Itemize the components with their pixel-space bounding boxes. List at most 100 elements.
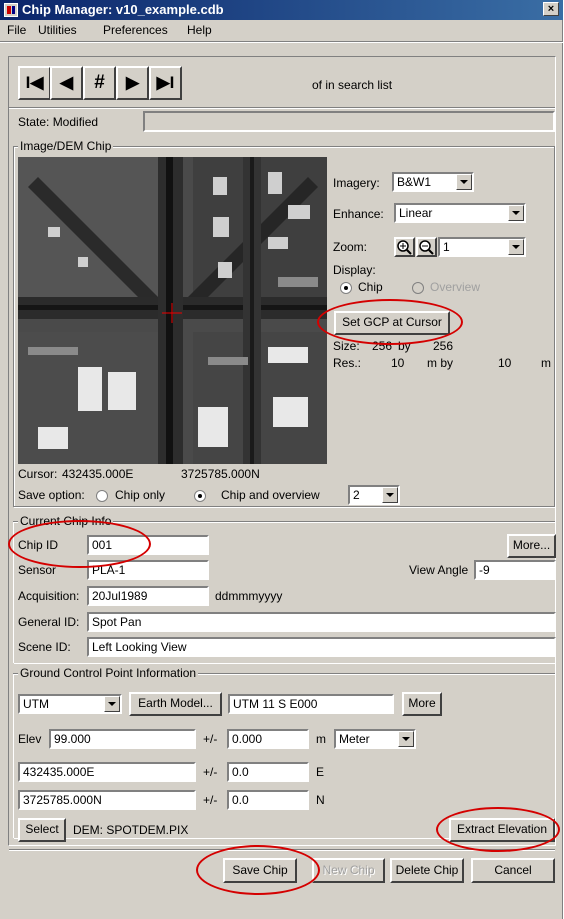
next-record-button[interactable]: ▶ xyxy=(116,66,149,100)
display-chip-label: Chip xyxy=(358,280,383,294)
app-icon xyxy=(4,3,18,17)
menu-separator xyxy=(0,41,563,43)
cancel-button[interactable]: Cancel xyxy=(471,858,555,883)
menu-file[interactable]: File xyxy=(7,23,26,37)
projection-string-field[interactable]: UTM 11 S E000 xyxy=(228,694,394,714)
acquisition-format: ddmmmyyyy xyxy=(215,589,283,603)
chip-id-label: Chip ID xyxy=(18,538,59,552)
close-icon[interactable]: × xyxy=(543,2,559,16)
prev-record-button[interactable]: ◀ xyxy=(50,66,83,100)
delete-chip-button[interactable]: Delete Chip xyxy=(390,858,464,883)
size-width: 256 xyxy=(372,339,393,353)
title-bar[interactable]: Chip Manager: v10_example.cdb × xyxy=(0,0,563,20)
res-y: 10 xyxy=(498,356,512,370)
zoom-value: 1 xyxy=(443,240,450,254)
zoom-select[interactable]: 1 xyxy=(438,237,526,257)
imagery-value: B&W1 xyxy=(397,175,432,189)
gcp-group-title: Ground Control Point Information xyxy=(18,666,199,680)
earth-model-button[interactable]: Earth Model... xyxy=(129,692,222,716)
elevation-error-field[interactable]: 0.000 xyxy=(227,729,309,749)
display-overview-label: Overview xyxy=(430,280,481,294)
overview-level-select[interactable]: 2 xyxy=(348,485,400,505)
first-record-button[interactable]: I◀ xyxy=(18,66,51,100)
dem-file-text: DEM: SPOTDEM.PIX xyxy=(73,823,189,837)
new-chip-button: New Chip xyxy=(312,858,385,883)
sensor-field[interactable]: PLA-1 xyxy=(87,560,209,580)
elevation-field[interactable]: 99.000 xyxy=(49,729,196,749)
easting-plus-minus: +/- xyxy=(203,765,218,779)
chevron-down-icon xyxy=(456,174,472,190)
set-gcp-button[interactable]: Set GCP at Cursor xyxy=(334,311,450,335)
enhance-select[interactable]: Linear xyxy=(394,203,526,223)
northing-error-field[interactable]: 0.0 xyxy=(227,790,309,810)
chip-id-field[interactable]: 001 xyxy=(87,535,209,555)
zoom-in-button[interactable] xyxy=(394,237,415,257)
elev-plus-minus: +/- xyxy=(203,732,218,746)
size-by: by xyxy=(398,339,411,353)
chip-image[interactable] xyxy=(18,157,327,464)
elev-units-select[interactable]: Meter xyxy=(334,729,416,749)
menu-preferences[interactable]: Preferences xyxy=(103,23,168,37)
state-field xyxy=(143,111,555,132)
save-chip-overview-radio[interactable] xyxy=(194,490,206,502)
last-record-button[interactable]: ▶I xyxy=(149,66,182,100)
save-chip-only-label: Chip only xyxy=(115,488,166,502)
overview-level-value: 2 xyxy=(353,488,360,502)
cursor-easting: 432435.000E xyxy=(62,467,134,481)
easting-field[interactable]: 432435.000E xyxy=(18,762,196,782)
projection-select[interactable]: UTM xyxy=(18,694,122,714)
image-dem-group-title: Image/DEM Chip xyxy=(18,139,114,153)
imagery-select[interactable]: B&W1 xyxy=(392,172,474,192)
northing-unit: N xyxy=(316,793,325,807)
bottom-separator xyxy=(9,849,555,851)
res-label: Res.: xyxy=(333,356,362,370)
res-x: 10 xyxy=(391,356,405,370)
chip-more-button[interactable]: More... xyxy=(507,534,556,558)
nav-separator xyxy=(9,107,555,109)
cursor-label: Cursor: xyxy=(18,467,58,481)
display-chip-radio[interactable] xyxy=(340,282,352,294)
state-label: State: Modified xyxy=(18,115,99,129)
northing-plus-minus: +/- xyxy=(203,793,218,807)
dem-select-button[interactable]: Select xyxy=(18,818,66,842)
chip-info-group-title: Current Chip Info xyxy=(18,514,114,528)
chevron-down-icon xyxy=(508,239,524,255)
view-angle-label: View Angle xyxy=(409,563,469,577)
projection-value: UTM xyxy=(23,697,49,711)
extract-elevation-button[interactable]: Extract Elevation xyxy=(449,818,555,842)
scene-id-field[interactable]: Left Looking View xyxy=(87,637,556,657)
acquisition-field[interactable]: 20Jul1989 xyxy=(87,586,209,606)
save-chip-only-radio[interactable] xyxy=(96,490,108,502)
chevron-down-icon xyxy=(508,205,524,221)
view-angle-field[interactable]: -9 xyxy=(474,560,556,580)
menu-bar: File Utilities Preferences Help xyxy=(0,20,563,40)
general-id-field[interactable]: Spot Pan xyxy=(87,612,556,632)
sensor-label: Sensor xyxy=(18,563,57,577)
chevron-down-icon xyxy=(104,696,120,712)
elev-unit: m xyxy=(316,732,326,746)
zoom-out-icon xyxy=(419,240,434,255)
zoom-in-icon xyxy=(397,240,412,255)
save-chip-overview-label: Chip and overview xyxy=(221,488,320,502)
menu-help[interactable]: Help xyxy=(187,23,212,37)
zoom-out-button[interactable] xyxy=(416,237,437,257)
enhance-value: Linear xyxy=(399,206,433,220)
chevron-down-icon xyxy=(382,487,398,503)
gcp-more-button[interactable]: More xyxy=(402,692,442,716)
save-option-label: Save option: xyxy=(18,488,85,502)
size-height: 256 xyxy=(433,339,454,353)
res-unit: m xyxy=(541,356,551,370)
chevron-down-icon xyxy=(398,731,414,747)
northing-field[interactable]: 3725785.000N xyxy=(18,790,196,810)
easting-error-field[interactable]: 0.0 xyxy=(227,762,309,782)
save-chip-button[interactable]: Save Chip xyxy=(223,858,297,883)
menu-utilities[interactable]: Utilities xyxy=(38,23,77,37)
window-title: Chip Manager: v10_example.cdb xyxy=(22,2,224,17)
cursor-northing: 3725785.000N xyxy=(181,467,260,481)
acquisition-label: Acquisition: xyxy=(18,589,80,603)
general-id-label: General ID: xyxy=(18,615,80,629)
easting-unit: E xyxy=(316,765,325,779)
goto-record-button[interactable]: # xyxy=(83,66,116,100)
size-label: Size: xyxy=(333,339,360,353)
imagery-label: Imagery: xyxy=(333,176,380,190)
